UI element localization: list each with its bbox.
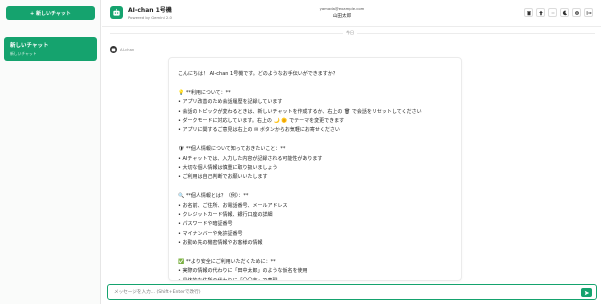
message-line: こんにちは！ AI-chan 1号機です。どのようなお手伝いができますか？: [178, 71, 338, 77]
message-line: [178, 136, 452, 145]
message-line: 🛡 **個人情報について知っておきたいこと：**: [178, 146, 286, 153]
message-line: • 会話のトピックが変わるときは、新しいチャットを作成するか、右上の 🗑 で会話…: [178, 108, 422, 115]
robot-icon: [111, 48, 116, 52]
chat-item-subtitle: 新しいチャット: [10, 51, 37, 56]
minimize-button[interactable]: [548, 8, 557, 17]
message-line: • アプリに関するご意見は右上の ✉ ボタンからお気軽にお寄せください: [178, 127, 340, 134]
send-button[interactable]: [581, 288, 592, 297]
message-line: • マイナンバーや免許証番号: [178, 230, 243, 237]
bot-message-bubble: こんにちは！ AI-chan 1号機です。どのようなお手伝いができますか？ 💡 *…: [168, 57, 462, 281]
send-icon: [584, 290, 589, 295]
app-header: AI-chan 1号機 Powered by Gemini 2.0 yamada…: [102, 0, 601, 27]
new-chat-button[interactable]: + 新しいチャット: [6, 6, 95, 20]
sidebar: + 新しいチャット 新しいチャット 新しいチャット: [0, 0, 101, 304]
app-subtitle: Powered by Gemini 2.0: [128, 15, 172, 20]
message-line: [178, 183, 452, 192]
message-line: • パスワードや暗証番号: [178, 221, 233, 228]
message-line: • アプリ改善のため会話履歴を記録しています: [178, 99, 283, 106]
user-email: yamada@example.com: [319, 6, 365, 11]
message-line: ✅ **より安全にご利用いただくために：**: [178, 259, 276, 266]
message-line: • ダークモードに対応しています。右上の 🌙 🌞 でテーマを変更できます: [178, 118, 345, 125]
settings-button[interactable]: [572, 8, 581, 17]
message-line: • 実際の情報の代わりに「田中太郎」のような仮名を使用: [178, 268, 308, 275]
message-line: • 大切な個人情報は慎重に取り扱いましょう: [178, 165, 278, 172]
date-label: 今日: [343, 30, 357, 36]
message-line: • お名前、ご住所、お電話番号、メールアドレス: [178, 202, 288, 209]
message-line: [178, 249, 452, 258]
share-button[interactable]: [536, 8, 545, 17]
message-line: 🔍 **個人情報とは？（例）：**: [178, 193, 249, 200]
message-line: • 具体的な住所の代わりに「〇〇市」で表現: [178, 277, 278, 281]
message-line: • AIチャットでは、入力した内容が記録される可能性があります: [178, 155, 323, 162]
message-line: • お勤め先の機密情報やお客様の情報: [178, 240, 263, 247]
message-input[interactable]: [114, 287, 564, 298]
robot-icon: [113, 8, 120, 16]
bot-name: AI-chan: [120, 47, 135, 52]
gear-icon: [574, 10, 579, 15]
theme-toggle-button[interactable]: [560, 8, 569, 17]
share-icon: [538, 10, 543, 15]
minus-icon: [551, 12, 554, 13]
message-line: • ご利用は自己判断でお願いいたします: [178, 174, 268, 181]
delete-button[interactable]: [524, 8, 533, 17]
message-input-bar: [107, 284, 597, 300]
new-chat-label: + 新しいチャット: [30, 10, 71, 17]
bot-avatar: [110, 46, 117, 53]
app-logo: [110, 6, 123, 19]
user-name: 山田太郎: [332, 14, 352, 19]
header-toolbar: [524, 8, 593, 17]
moon-icon: [562, 10, 567, 15]
trash-icon: [526, 10, 531, 15]
message-line: • クレジットカード情報、銀行口座の詳細: [178, 212, 273, 219]
logout-button[interactable]: [584, 8, 593, 17]
message-line: [178, 79, 452, 88]
chat-item-title: 新しいチャット: [10, 43, 49, 49]
sidebar-chat-item[interactable]: 新しいチャット 新しいチャット: [4, 37, 97, 61]
logout-icon: [586, 10, 592, 15]
message-line: 💡 **利用について：**: [178, 89, 231, 96]
app-title: AI-chan 1号機: [128, 7, 172, 14]
